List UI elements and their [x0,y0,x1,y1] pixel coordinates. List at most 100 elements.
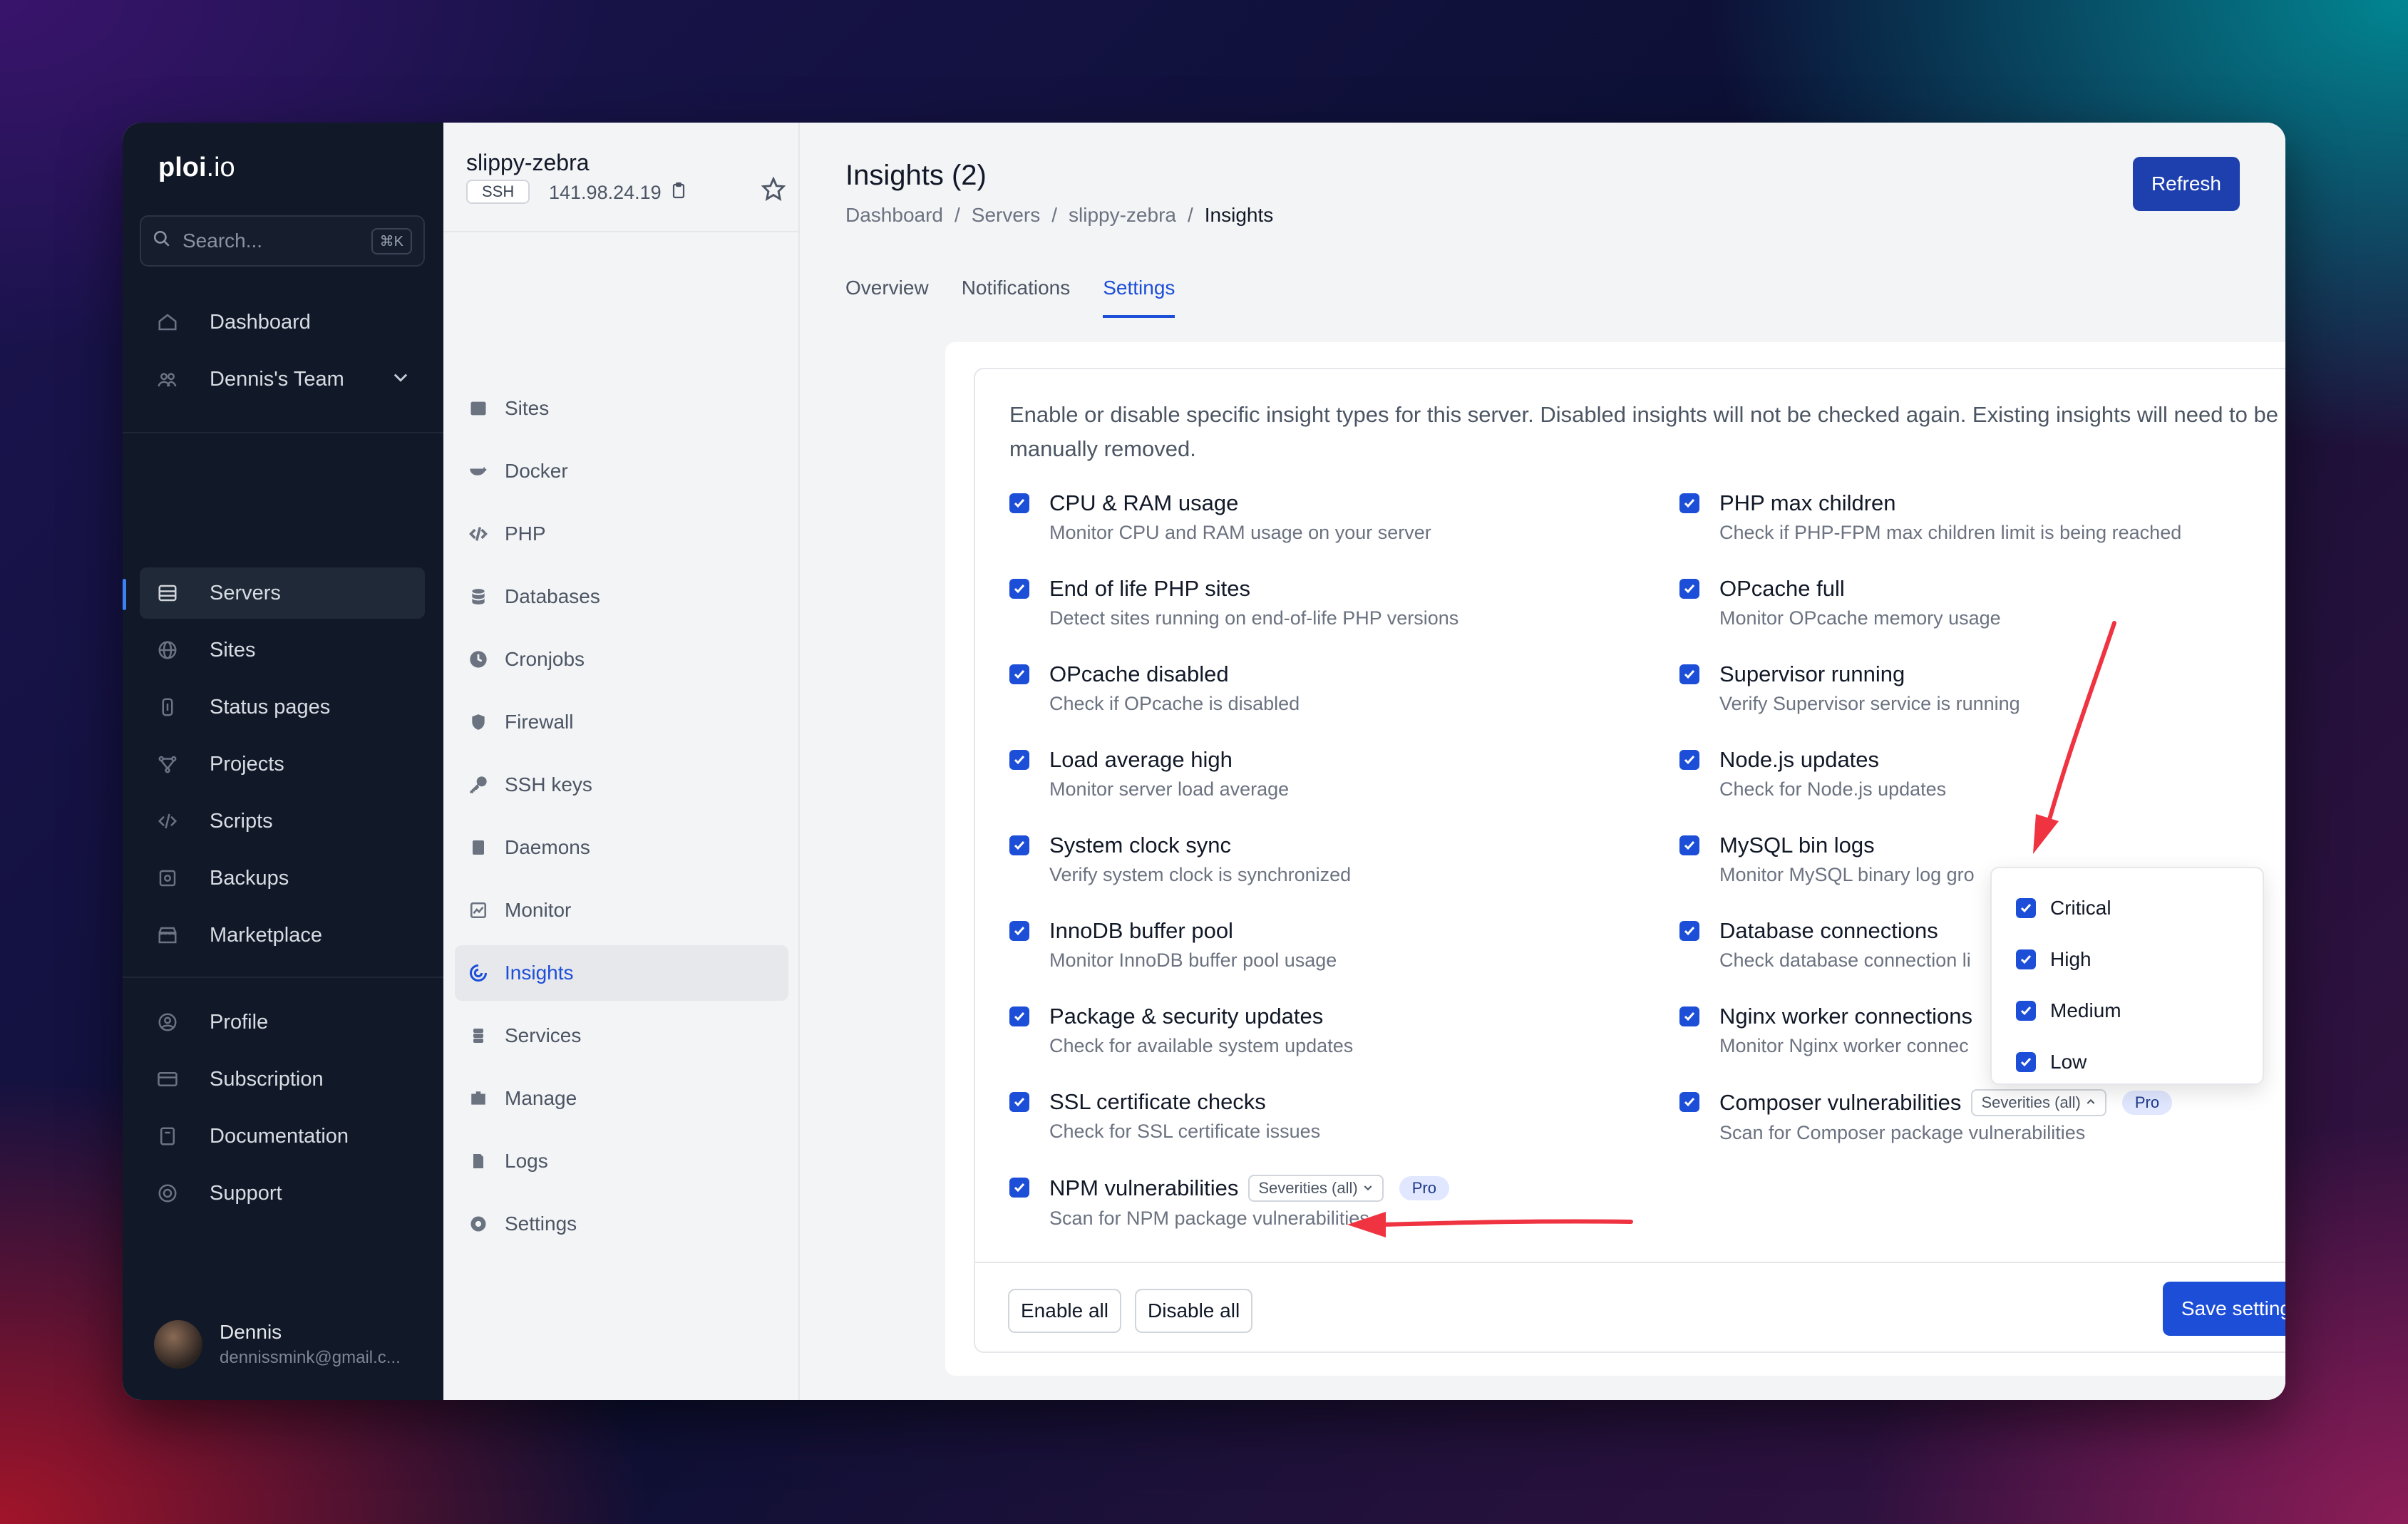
subnav-item-databases[interactable]: Databases [455,569,788,624]
tab-settings[interactable]: Settings [1103,277,1175,318]
clipboard-icon[interactable] [670,181,687,205]
insight-option[interactable]: CPU & RAM usage Monitor CPU and RAM usage… [1009,490,1431,544]
insight-option-npm[interactable]: NPM vulnerabilities Severities (all) Pro… [1009,1175,1449,1230]
insight-option[interactable]: OPcache disabled Check if OPcache is disa… [1009,661,1300,715]
sidebar-item-support[interactable]: Support [140,1168,425,1219]
checkbox-checked[interactable] [2016,949,2036,969]
search-input[interactable]: Search... [182,230,262,252]
checkbox-checked[interactable] [1679,664,1699,684]
checkbox-checked[interactable] [1679,835,1699,855]
checkbox-checked[interactable] [1009,1092,1029,1112]
insight-option[interactable]: Nginx worker connections Monitor Nginx wo… [1679,1004,1972,1057]
insight-option[interactable]: End of life PHP sites Detect sites runnin… [1009,576,1458,629]
insight-option[interactable]: SSL certificate checks Check for SSL cert… [1009,1089,1320,1143]
checkbox-checked[interactable] [1009,835,1029,855]
refresh-button[interactable]: Refresh [2132,157,2240,211]
checkbox-checked[interactable] [1009,921,1029,941]
sidebar-item-marketplace[interactable]: Marketplace [140,910,425,961]
subnav-item-docker[interactable]: Docker [455,443,788,499]
checkbox-checked[interactable] [1009,493,1029,513]
sidebar-item-profile[interactable]: Profile [140,997,425,1048]
severity-option-medium[interactable]: Medium [1992,985,2263,1036]
insight-option[interactable]: OPcache full Monitor OPcache memory usage [1679,576,2001,629]
checkbox-checked[interactable] [2016,898,2036,918]
projects-icon [157,753,178,775]
checkbox-checked[interactable] [1009,1178,1029,1198]
subnav-item-settings[interactable]: Settings [455,1196,788,1252]
checkbox-checked[interactable] [1679,1092,1699,1112]
chevron-down-icon[interactable] [391,367,411,392]
severity-option-high[interactable]: High [1992,934,2263,985]
sidebar-item-dashboard[interactable]: Dashboard [140,297,425,348]
server-icon [157,582,178,604]
insight-option[interactable]: MySQL bin logs Monitor MySQL binary log g… [1679,833,1975,886]
user-icon [157,1011,178,1033]
checkbox-checked[interactable] [2016,1052,2036,1072]
subnav-item-firewall[interactable]: Firewall [455,694,788,750]
checkbox-checked[interactable] [2016,1001,2036,1021]
insight-option[interactable]: PHP max children Check if PHP-FPM max chi… [1679,490,2181,544]
checkbox-checked[interactable] [1009,750,1029,770]
sidebar-item-servers[interactable]: Servers [140,567,425,619]
subnav-item-php[interactable]: PHP [455,506,788,562]
checkbox-checked[interactable] [1679,579,1699,599]
tab-bar: Overview Notifications Settings [845,277,1175,318]
subnav-item-ssh-keys[interactable]: SSH keys [455,757,788,813]
severity-option-critical[interactable]: Critical [1992,882,2263,934]
chevron-down-icon [1362,1179,1374,1198]
search-box[interactable]: Search... ⌘K [140,215,425,267]
sidebar-divider [123,977,443,978]
subnav-item-sites[interactable]: Sites [455,381,788,436]
settings-intro: Enable or disable specific insight types… [1009,402,2279,461]
services-icon [468,1025,489,1046]
checkbox-checked[interactable] [1009,579,1029,599]
logo[interactable]: ploi.io [158,153,235,183]
tab-overview[interactable]: Overview [845,277,929,318]
sidebar-item-subscription[interactable]: Subscription [140,1054,425,1105]
subnav-item-insights[interactable]: Insights [455,945,788,1001]
breadcrumb-dashboard[interactable]: Dashboard [845,204,943,227]
breadcrumb-servers[interactable]: Servers [972,204,1040,227]
pro-badge: Pro [1399,1176,1449,1200]
subnav-item-cronjobs[interactable]: Cronjobs [455,632,788,687]
ssh-badge[interactable]: SSH [466,180,530,204]
code-icon [157,810,178,832]
checkbox-checked[interactable] [1009,1006,1029,1026]
team-icon [157,369,178,390]
insight-option[interactable]: Database connections Check database conne… [1679,918,1971,972]
subnav-item-manage[interactable]: Manage [455,1071,788,1126]
sidebar-item-scripts[interactable]: Scripts [140,796,425,847]
save-settings-button[interactable]: Save settings [2162,1282,2285,1336]
sidebar-item-status-pages[interactable]: Status pages [140,681,425,733]
subnav-item-monitor[interactable]: Monitor [455,882,788,938]
breadcrumb-server[interactable]: slippy-zebra [1069,204,1176,227]
disable-all-button[interactable]: Disable all [1135,1289,1253,1333]
sidebar-item-team[interactable]: Dennis's Team [140,354,425,405]
insight-option-composer[interactable]: Composer vulnerabilities Severities (all… [1679,1089,2173,1144]
checkbox-checked[interactable] [1679,493,1699,513]
checkbox-checked[interactable] [1009,664,1029,684]
user-menu[interactable]: Dennis dennissmink@gmail.c... [154,1320,401,1369]
star-icon[interactable] [761,176,786,207]
insight-option[interactable]: Load average high Monitor server load ave… [1009,747,1289,800]
insight-option[interactable]: InnoDB buffer pool Monitor InnoDB buffer … [1009,918,1337,972]
tab-notifications[interactable]: Notifications [962,277,1071,318]
subnav-item-services[interactable]: Services [455,1008,788,1064]
insight-option[interactable]: System clock sync Verify system clock is … [1009,833,1351,886]
sidebar-item-backups[interactable]: Backups [140,853,425,904]
insight-option[interactable]: Package & security updates Check for avai… [1009,1004,1353,1057]
sidebar-item-sites[interactable]: Sites [140,624,425,676]
subnav-item-logs[interactable]: Logs [455,1133,788,1189]
checkbox-checked[interactable] [1679,921,1699,941]
enable-all-button[interactable]: Enable all [1008,1289,1121,1333]
subnav-item-daemons[interactable]: Daemons [455,820,788,875]
severity-dropdown[interactable]: Severities (all) [1971,1089,2106,1116]
insight-option[interactable]: Node.js updates Check for Node.js updates [1679,747,1946,800]
severity-dropdown[interactable]: Severities (all) [1248,1175,1384,1202]
checkbox-checked[interactable] [1679,750,1699,770]
severity-option-low[interactable]: Low [1992,1036,2263,1088]
sidebar-item-documentation[interactable]: Documentation [140,1111,425,1162]
sidebar-item-projects[interactable]: Projects [140,738,425,790]
checkbox-checked[interactable] [1679,1006,1699,1026]
insight-option[interactable]: Supervisor running Verify Supervisor serv… [1679,661,2020,715]
